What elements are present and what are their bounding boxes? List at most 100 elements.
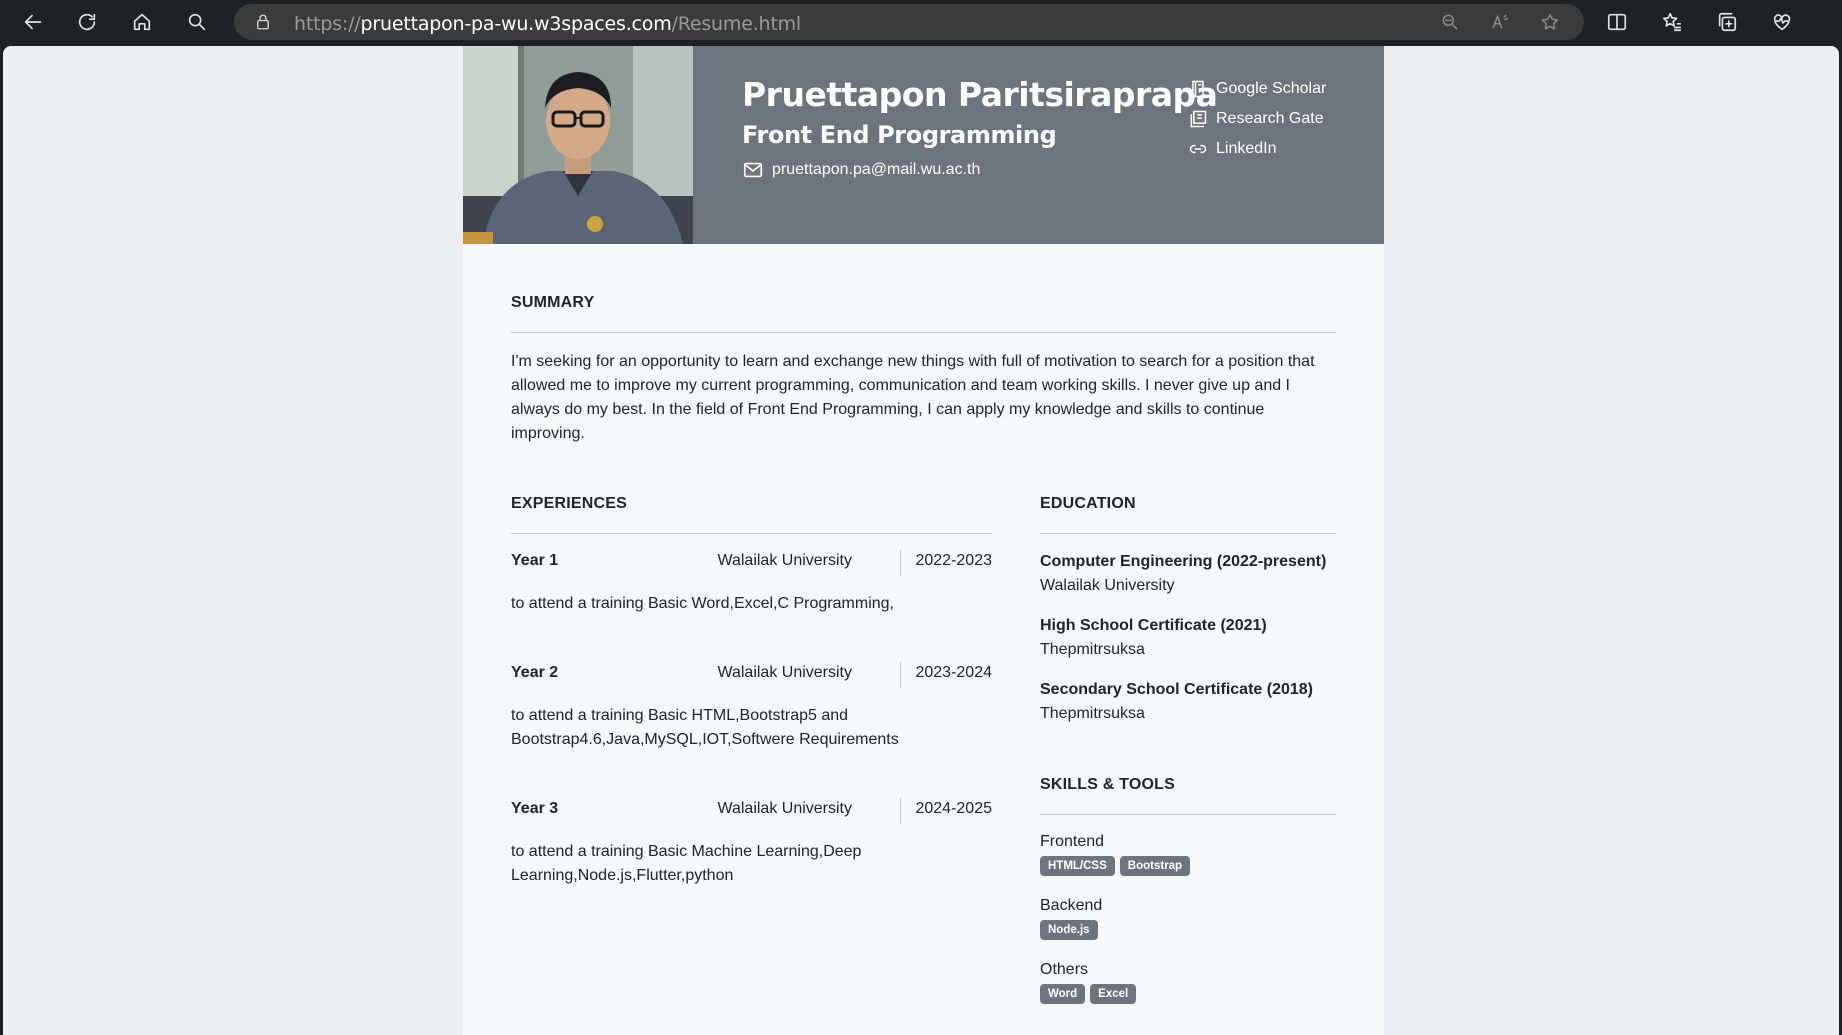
envelope-icon — [743, 162, 763, 178]
job-title: Front End Programming — [742, 121, 1057, 149]
education-item: High School Certificate (2021) Thepmitrs… — [1040, 614, 1340, 662]
skill-category: Others — [1040, 961, 1089, 978]
experience-org: Walailak University — [717, 800, 852, 817]
zoom-out-icon[interactable] — [1440, 12, 1462, 34]
skill-badge: HTML/CSS — [1040, 856, 1115, 876]
summary-heading: SUMMARY — [511, 294, 595, 311]
summary-divider — [511, 332, 1336, 333]
arrow-left-icon — [24, 14, 42, 30]
split-screen-button[interactable] — [1601, 6, 1633, 38]
home-button[interactable] — [126, 6, 158, 38]
skill-group: Frontend HTML/CSS Bootstrap — [1040, 832, 1191, 876]
experience-desc-line: to attend a training Basic Machine Learn… — [511, 843, 862, 860]
research-gate-label: Research Gate — [1216, 110, 1324, 127]
skill-category: Frontend — [1040, 833, 1105, 850]
experience-separator — [900, 798, 901, 824]
google-scholar-label: Google Scholar — [1216, 80, 1327, 97]
split-screen-icon — [1607, 13, 1627, 31]
linkedin-link[interactable]: LinkedIn — [1188, 134, 1326, 164]
experiences-heading: EXPERIENCES — [511, 495, 628, 512]
skills-heading: SKILLS & TOOLS — [1040, 776, 1175, 793]
education-item: Computer Engineering (2022-present) Wala… — [1040, 550, 1340, 598]
browser-essentials-button[interactable] — [1766, 6, 1798, 38]
email-text: pruettapon.pa@mail.wu.ac.th — [772, 161, 981, 178]
research-gate-link[interactable]: Research Gate — [1188, 104, 1326, 134]
skill-badge: Excel — [1090, 984, 1137, 1004]
experience-separator — [900, 550, 901, 576]
search-button[interactable] — [181, 6, 213, 38]
experiences-divider — [511, 533, 992, 534]
books-stack-icon — [1190, 110, 1207, 128]
linkedin-label: LinkedIn — [1216, 140, 1277, 157]
education-divider — [1040, 533, 1336, 534]
lock-icon[interactable] — [254, 13, 272, 31]
education-school: Thepmitrsuksa — [1040, 705, 1145, 722]
experience-org: Walailak University — [717, 664, 852, 681]
education-degree: Computer Engineering (2022-present) — [1040, 553, 1327, 570]
skill-badge: Node.js — [1040, 920, 1098, 940]
home-icon — [133, 13, 151, 31]
skill-group: Others Word Excel — [1040, 960, 1137, 1004]
experience-desc-line: to attend a training Basic Word,Excel,C … — [511, 595, 894, 612]
skills-divider — [1040, 814, 1336, 815]
education-item: Secondary School Certificate (2018) Thep… — [1040, 678, 1340, 726]
skill-category: Backend — [1040, 897, 1103, 914]
profile-photo — [463, 46, 693, 244]
url-host: pruettapon-pa-wu.w3spaces.com — [360, 13, 672, 35]
experience-date: 2024-2025 — [915, 800, 992, 817]
read-aloud-icon[interactable] — [1490, 12, 1512, 34]
collections-button[interactable] — [1711, 6, 1743, 38]
back-button[interactable] — [17, 6, 49, 38]
summary-line: I'm seeking for an opportunity to learn … — [511, 353, 1315, 370]
favorites-list-icon — [1662, 12, 1682, 32]
experience-description: to attend a training Basic Word,Excel,C … — [511, 592, 911, 616]
url-text[interactable]: https://pruettapon-pa-wu.w3spaces.com/Re… — [294, 13, 801, 35]
browser-toolbar: https://pruettapon-pa-wu.w3spaces.com/Re… — [0, 0, 1842, 44]
experience-description: to attend a training Basic Machine Learn… — [511, 840, 911, 888]
experience-year: Year 2 — [511, 664, 559, 681]
url-prefix: https:// — [294, 13, 361, 35]
experience-year: Year 1 — [511, 552, 559, 569]
email-link[interactable]: pruettapon.pa@mail.wu.ac.th — [742, 159, 980, 181]
experience-description: to attend a training Basic HTML,Bootstra… — [511, 704, 911, 752]
link-icon — [1189, 144, 1207, 154]
experience-desc-line: Bootstrap4.6,Java,MySQL,IOT,Softwere Req… — [511, 731, 899, 748]
education-school: Thepmitrsuksa — [1040, 641, 1145, 658]
heart-pulse-icon — [1773, 14, 1791, 31]
experience-year: Year 3 — [511, 800, 559, 817]
education-school: Walailak University — [1040, 577, 1175, 594]
book-icon — [1192, 80, 1204, 98]
summary-line: improving. — [511, 425, 585, 442]
address-bar[interactable]: https://pruettapon-pa-wu.w3spaces.com/Re… — [234, 4, 1584, 40]
education-degree: Secondary School Certificate (2018) — [1040, 681, 1313, 698]
experience-row: Year 1 Walailak University 2022-2023 — [511, 550, 992, 576]
experience-org: Walailak University — [717, 552, 852, 569]
summary-line: always do my best. In the field of Front… — [511, 401, 1265, 418]
collections-icon — [1718, 12, 1737, 32]
experience-desc-line: to attend a training Basic HTML,Bootstra… — [511, 707, 849, 724]
skill-badge: Bootstrap — [1119, 856, 1191, 876]
experience-desc-line: Learning,Node.js,Flutter,python — [511, 867, 734, 884]
refresh-icon — [78, 13, 96, 31]
full-name: Pruettapon Paritsiraprapa — [742, 75, 1218, 114]
page-viewport: Pruettapon Paritsiraprapa Front End Prog… — [3, 46, 1839, 1035]
experience-row: Year 2 Walailak University 2023-2024 — [511, 662, 992, 688]
search-icon — [188, 13, 206, 31]
skill-group: Backend Node.js — [1040, 896, 1102, 940]
skill-badge: Word — [1040, 984, 1086, 1004]
resume-page: Pruettapon Paritsiraprapa Front End Prog… — [463, 46, 1384, 1035]
favorite-star-icon[interactable] — [1540, 12, 1562, 34]
experience-row: Year 3 Walailak University 2024-2025 — [511, 798, 992, 824]
url-path: /Resume.html — [671, 13, 802, 35]
google-scholar-link[interactable]: Google Scholar — [1188, 74, 1326, 104]
education-degree: High School Certificate (2021) — [1040, 617, 1267, 634]
experience-date: 2023-2024 — [915, 664, 992, 681]
experience-separator — [900, 662, 901, 688]
profile-links: Google Scholar Research Gate LinkedIn — [1188, 74, 1326, 164]
refresh-button[interactable] — [71, 6, 103, 38]
education-heading: EDUCATION — [1040, 495, 1136, 512]
experience-date: 2022-2023 — [915, 552, 992, 569]
favorites-button[interactable] — [1656, 6, 1688, 38]
summary-text: I'm seeking for an opportunity to learn … — [511, 350, 1341, 446]
resume-header: Pruettapon Paritsiraprapa Front End Prog… — [463, 46, 1384, 244]
